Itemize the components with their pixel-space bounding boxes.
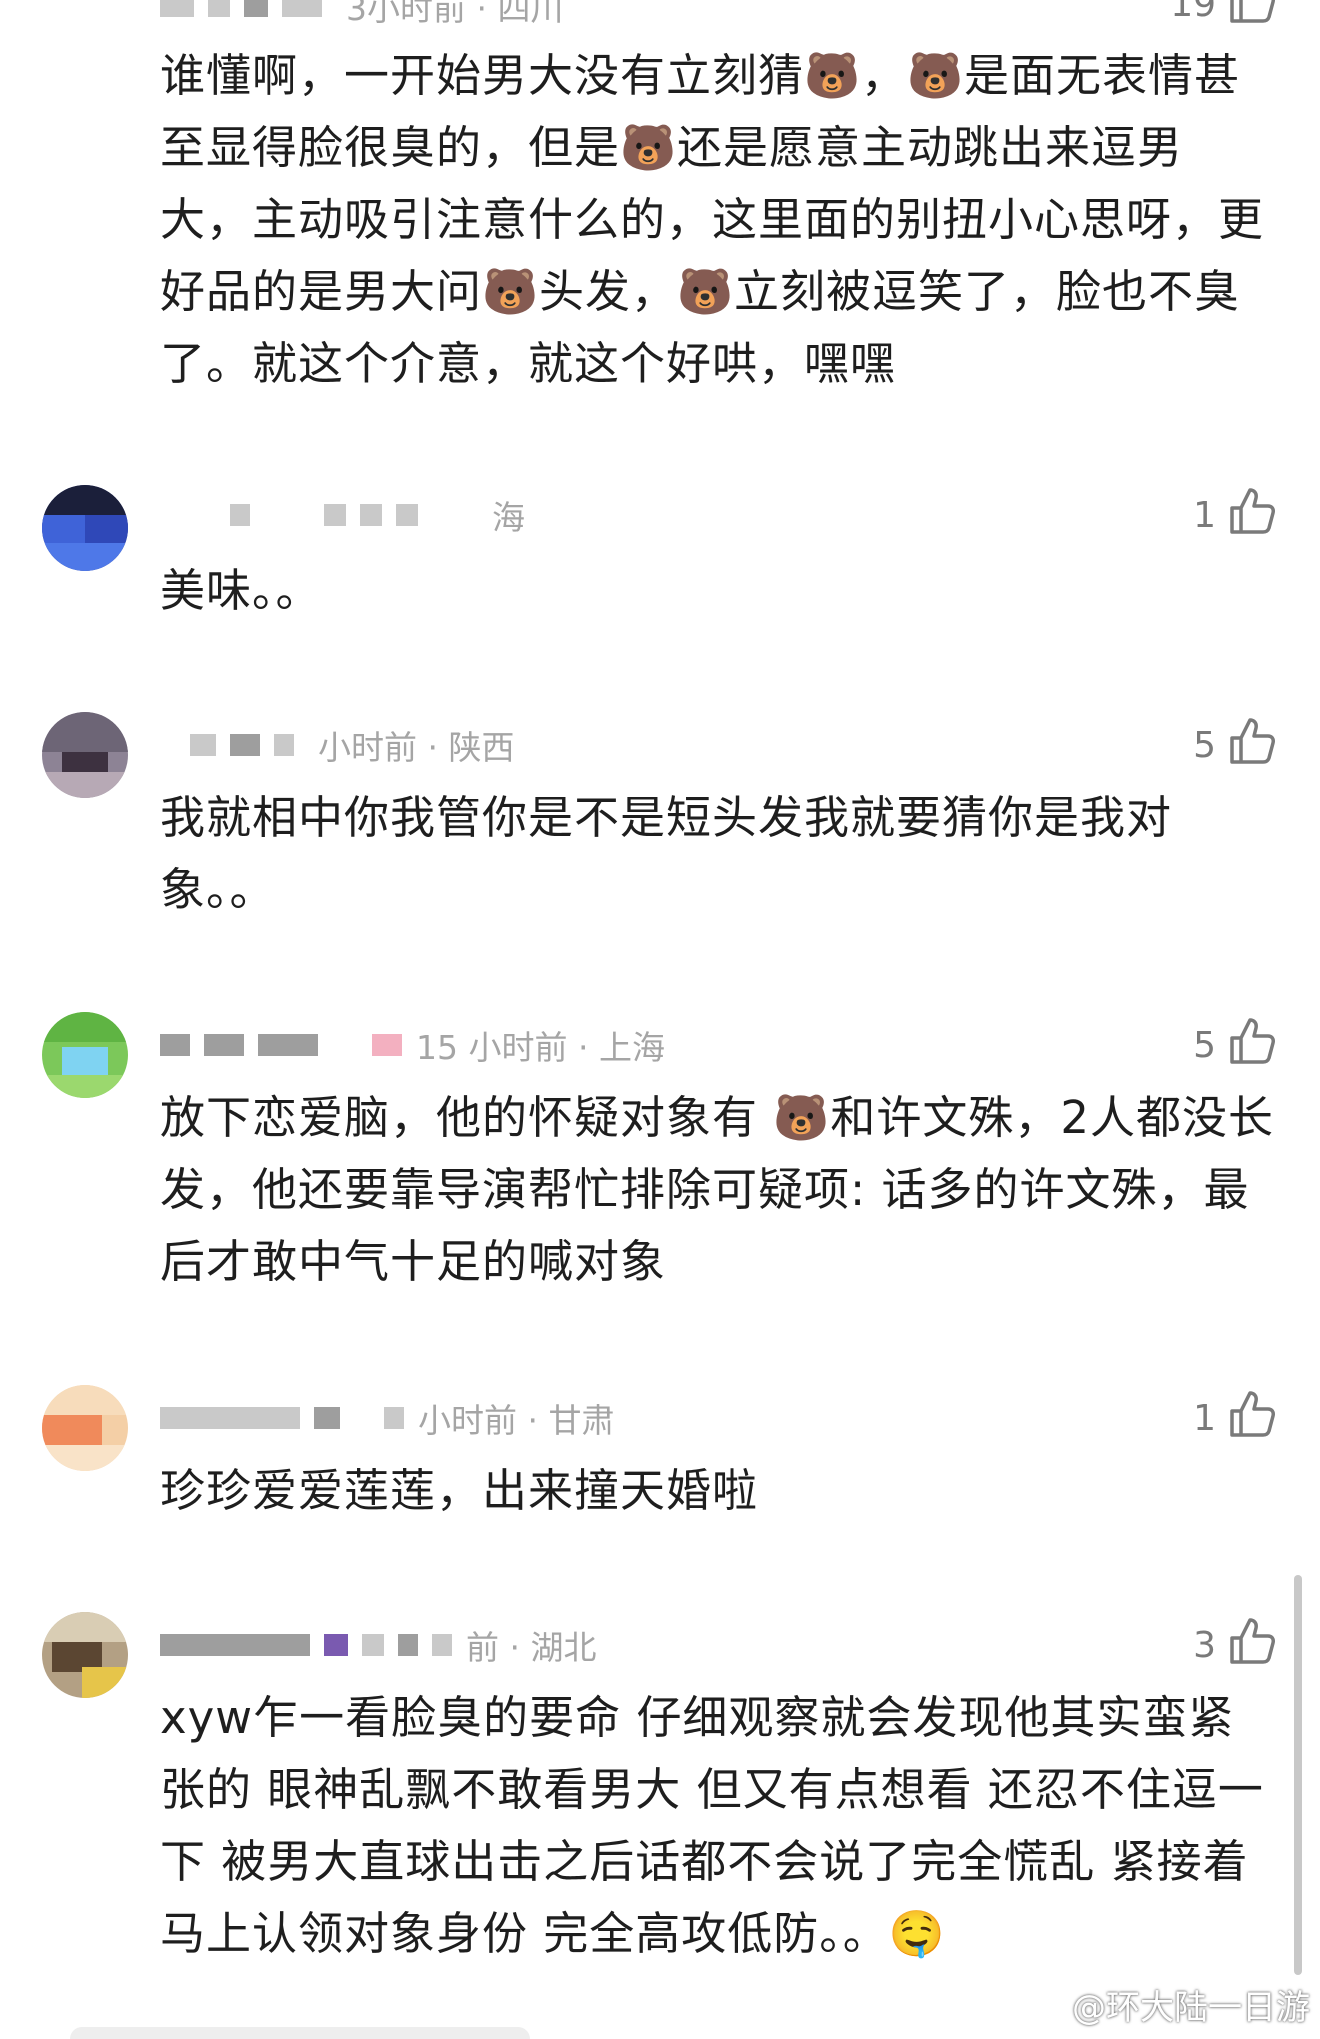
- username-redacted: [230, 504, 250, 526]
- thumbs-up-icon: [1228, 1616, 1276, 1675]
- username-redacted: [160, 1407, 300, 1429]
- avatar[interactable]: [42, 1612, 128, 1698]
- username-redacted: [160, 1634, 310, 1656]
- watermark: @环大陆一日游: [1018, 1979, 1310, 2029]
- avatar[interactable]: [42, 1385, 128, 1471]
- comment-time-location: 15 小时前 · 上海: [416, 1028, 665, 1067]
- like-button[interactable]: 1: [1193, 487, 1276, 543]
- comment-text: 放下恋爱脑，他的怀疑对象有 🐻和许文殊，2人都没长发，他还要靠导演帮忙排除可疑项…: [160, 1091, 1274, 1288]
- bottom-bar-edge: [70, 2027, 530, 2039]
- like-button[interactable]: 1: [1193, 1390, 1276, 1446]
- avatar[interactable]: [42, 1012, 128, 1098]
- comment-text: 美味。。: [160, 564, 322, 617]
- comment-meta: 15 小时前 · 上海: [160, 1025, 665, 1067]
- like-count: 1: [1193, 494, 1216, 536]
- comment-text: 我就相中你我管你是不是短头发我就要猜你是我对象。。: [160, 791, 1173, 916]
- like-button[interactable]: 19: [1170, 0, 1276, 32]
- like-button[interactable]: 5: [1193, 1017, 1276, 1073]
- thumbs-up-icon: [1228, 486, 1276, 545]
- watermark-text: @环大陆一日游: [1072, 1987, 1310, 2028]
- like-count: 3: [1193, 1624, 1216, 1666]
- comment-meta: 小时前 · 甘肃: [160, 1398, 614, 1440]
- comment-time-location: 小时前 · 甘肃: [418, 1401, 615, 1440]
- thumbs-up-icon: [1228, 1016, 1276, 1075]
- comment-text: xyw乍一看脸臭的要命 仔细观察就会发现他其实蛮紧张的 眼神乱飘不敢看男大 但又…: [160, 1691, 1264, 1960]
- comment-time-location: 小时前 · 陕西: [318, 728, 515, 767]
- username-redacted: [160, 0, 194, 17]
- like-count: 5: [1193, 1024, 1216, 1066]
- thumbs-up-icon: [1228, 0, 1276, 34]
- comment-meta: 小时前 · 陕西: [160, 725, 514, 767]
- comment-text: 珍珍爱爱莲莲，出来撞天婚啦: [160, 1464, 759, 1517]
- like-button[interactable]: 3: [1193, 1617, 1276, 1673]
- username-redacted: [360, 504, 382, 526]
- username-redacted: [396, 504, 418, 526]
- username-redacted: [190, 734, 216, 756]
- username-redacted: [372, 1034, 402, 1056]
- avatar[interactable]: [42, 485, 128, 571]
- username-redacted: [314, 1407, 340, 1429]
- comment-meta: 海: [160, 495, 525, 537]
- username-redacted: [384, 1407, 404, 1429]
- username-redacted: [432, 1634, 452, 1656]
- username-redacted: [244, 0, 268, 17]
- comment-text: 谁懂啊，一开始男大没有立刻猜🐻，🐻是面无表情甚至显得脸很臭的，但是🐻还是愿意主动…: [160, 49, 1265, 390]
- username-redacted: [324, 504, 346, 526]
- like-count: 19: [1170, 0, 1216, 25]
- thumbs-up-icon: [1228, 716, 1276, 775]
- username-redacted: [230, 734, 260, 756]
- thumbs-up-icon: [1228, 1389, 1276, 1448]
- comment-time-location: 海: [492, 498, 525, 537]
- username-redacted: [160, 1034, 190, 1056]
- like-count: 1: [1193, 1397, 1216, 1439]
- weibo-logo-icon: [1018, 1981, 1064, 2028]
- username-redacted: [258, 1034, 318, 1056]
- comment-meta: 3小时前 · 四川: [160, 0, 563, 28]
- scrollbar[interactable]: [1294, 1575, 1302, 1975]
- username-redacted: [204, 1034, 244, 1056]
- username-redacted: [398, 1634, 418, 1656]
- comment-meta: 前 · 湖北: [160, 1625, 596, 1667]
- username-redacted: [208, 0, 230, 17]
- like-button[interactable]: 5: [1193, 717, 1276, 773]
- username-redacted: [282, 0, 322, 17]
- username-redacted: [324, 1634, 348, 1656]
- username-redacted: [362, 1634, 384, 1656]
- like-count: 5: [1193, 724, 1216, 766]
- username-redacted: [274, 734, 294, 756]
- comment-time-location: 3小时前 · 四川: [346, 0, 564, 28]
- comment-time-location: 前 · 湖北: [466, 1628, 597, 1667]
- avatar[interactable]: [42, 712, 128, 798]
